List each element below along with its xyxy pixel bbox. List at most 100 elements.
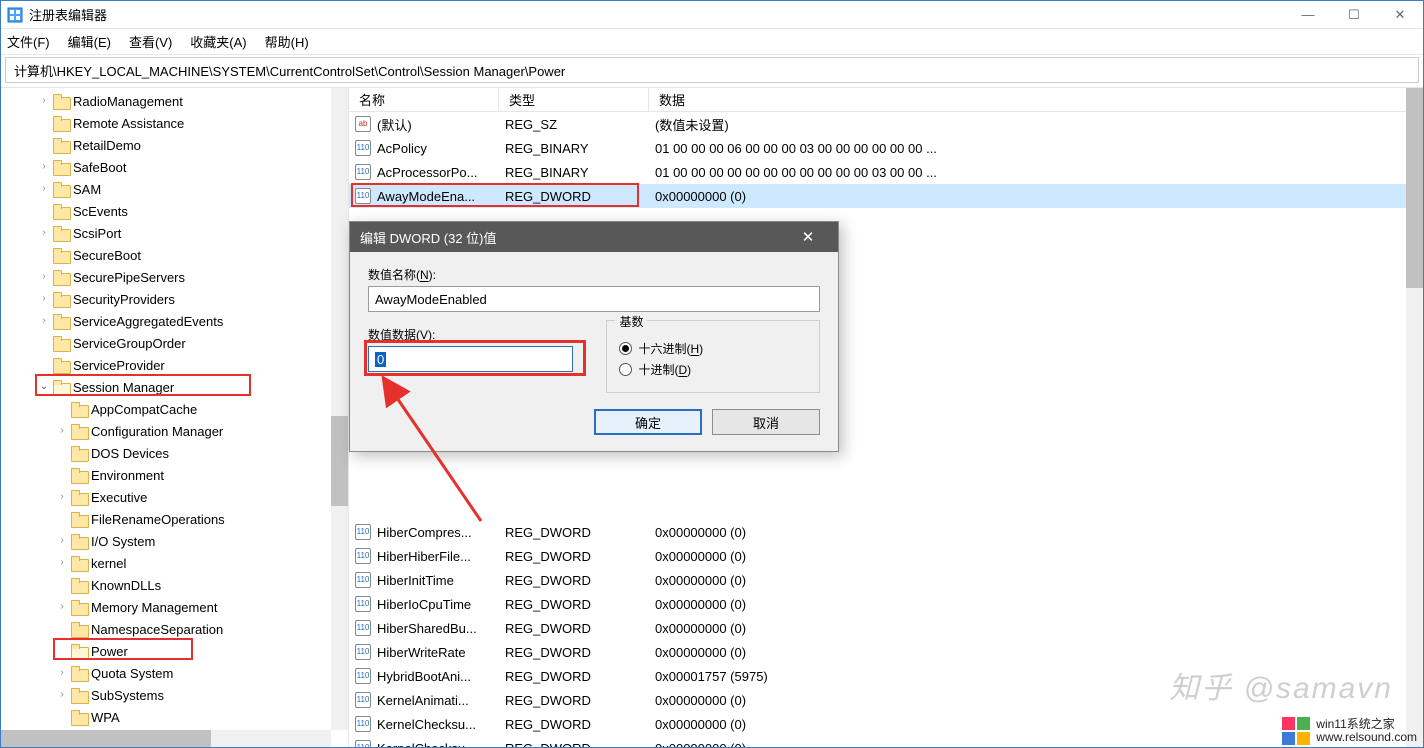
tree-node-secureboot[interactable]: SecureBoot <box>1 244 348 266</box>
ok-button[interactable]: 确定 <box>594 409 702 435</box>
list-row[interactable]: 110HiberCompres...REG_DWORD0x00000000 (0… <box>349 520 1423 544</box>
list-row[interactable]: 110KernelChecksu...REG_DWORD0x00000000 (… <box>349 712 1423 736</box>
folder-icon <box>53 116 69 130</box>
chevron-right-icon[interactable]: › <box>55 425 69 436</box>
tree-v-scrollbar[interactable] <box>331 88 348 730</box>
list-row[interactable] <box>349 472 1423 496</box>
tree-h-scrollbar[interactable] <box>1 730 331 747</box>
menu-help[interactable]: 帮助(H) <box>265 32 309 51</box>
folder-icon <box>71 512 87 526</box>
col-name[interactable]: 名称 <box>349 88 499 111</box>
tree-node-servicegrouporder[interactable]: ServiceGroupOrder <box>1 332 348 354</box>
tree-node-serviceaggregatedevents[interactable]: ›ServiceAggregatedEvents <box>1 310 348 332</box>
tree-node-executive[interactable]: ›Executive <box>1 486 348 508</box>
tree-node-subsystems[interactable]: ›SubSystems <box>1 684 348 706</box>
reg-binary-icon: 110 <box>355 692 371 708</box>
list-row[interactable]: 110KernelChecksu...REG_DWORD0x00000000 (… <box>349 736 1423 747</box>
tree-node-kernel[interactable]: ›kernel <box>1 552 348 574</box>
list-row[interactable]: 110AwayModeEna...REG_DWORD0x00000000 (0) <box>349 184 1423 208</box>
chevron-right-icon[interactable]: › <box>37 183 51 194</box>
row-type: REG_BINARY <box>499 165 649 180</box>
chevron-right-icon[interactable]: › <box>55 491 69 502</box>
col-data[interactable]: 数据 <box>649 88 1423 111</box>
tree-node-radiomanagement[interactable]: › RadioManagement <box>1 90 348 112</box>
chevron-right-icon[interactable]: › <box>37 293 51 304</box>
folder-icon <box>53 380 69 394</box>
dialog-close-button[interactable]: ✕ <box>788 228 828 246</box>
tree-node-securepipeservers[interactable]: ›SecurePipeServers <box>1 266 348 288</box>
maximize-button[interactable]: ☐ <box>1331 1 1377 29</box>
tree-node-wpa[interactable]: WPA <box>1 706 348 728</box>
chevron-right-icon[interactable]: › <box>37 271 51 282</box>
menu-favorites[interactable]: 收藏夹(A) <box>190 32 246 51</box>
chevron-right-icon[interactable]: › <box>55 667 69 678</box>
tree-node-scsiport[interactable]: › ScsiPort <box>1 222 348 244</box>
tree-node-safeboot[interactable]: ›SafeBoot <box>1 156 348 178</box>
minimize-button[interactable]: — <box>1285 1 1331 29</box>
address-bar[interactable]: 计算机\HKEY_LOCAL_MACHINE\SYSTEM\CurrentCon… <box>5 57 1419 83</box>
chevron-right-icon[interactable]: › <box>55 535 69 546</box>
menu-edit[interactable]: 编辑(E) <box>68 32 111 51</box>
chevron-right-icon[interactable]: › <box>37 95 51 106</box>
chevron-right-icon[interactable]: › <box>37 315 51 326</box>
tree-node-sam[interactable]: ›SAM <box>1 178 348 200</box>
row-name: AcProcessorPo... <box>377 165 477 180</box>
tree-node-appcompatcache[interactable]: AppCompatCache <box>1 398 348 420</box>
tree-node-remote-assistance[interactable]: Remote Assistance <box>1 112 348 134</box>
tree-pane[interactable]: › RadioManagement Remote AssistanceRetailD… <box>1 88 349 747</box>
close-button[interactable]: ✕ <box>1377 1 1423 29</box>
menu-view[interactable]: 查看(V) <box>129 32 172 51</box>
list-row[interactable]: ab(默认)REG_SZ(数值未设置) <box>349 112 1423 136</box>
tree-node-retaildemo[interactable]: RetailDemo <box>1 134 348 156</box>
list-row[interactable]: 110HiberWriteRateREG_DWORD0x00000000 (0) <box>349 640 1423 664</box>
tree-h-thumb[interactable] <box>1 730 211 747</box>
list-row[interactable]: 110HiberInitTimeREG_DWORD0x00000000 (0) <box>349 568 1423 592</box>
list-row[interactable]: 110AcPolicyREG_BINARY01 00 00 00 06 00 0… <box>349 136 1423 160</box>
column-headers[interactable]: 名称 类型 数据 <box>349 88 1423 112</box>
chevron-right-icon[interactable]: › <box>37 227 51 238</box>
list-row[interactable]: 110HiberSharedBu...REG_DWORD0x00000000 (… <box>349 616 1423 640</box>
tree-node-serviceprovider[interactable]: ServiceProvider <box>1 354 348 376</box>
value-data-input[interactable]: 0 <box>368 346 573 372</box>
radio-hex[interactable]: 十六进制(H) <box>619 340 807 357</box>
list-v-thumb[interactable] <box>1406 88 1423 288</box>
list-row[interactable]: 110HiberIoCpuTimeREG_DWORD0x00000000 (0) <box>349 592 1423 616</box>
tree-node-i-o-system[interactable]: ›I/O System <box>1 530 348 552</box>
list-row[interactable]: 110AcProcessorPo...REG_BINARY01 00 00 00… <box>349 160 1423 184</box>
tree-node-memory-management[interactable]: ›Memory Management <box>1 596 348 618</box>
tree-node-filerenameoperations[interactable]: FileRenameOperations <box>1 508 348 530</box>
tree-node-session-manager[interactable]: ⌄Session Manager <box>1 376 348 398</box>
chevron-right-icon[interactable]: › <box>37 161 51 172</box>
cancel-button[interactable]: 取消 <box>712 409 820 435</box>
tree-node-securityproviders[interactable]: ›SecurityProviders <box>1 288 348 310</box>
list-v-scrollbar[interactable] <box>1406 88 1423 747</box>
radio-dec[interactable]: 十进制(D) <box>619 361 807 378</box>
list-row[interactable]: 110HiberHiberFile...REG_DWORD0x00000000 … <box>349 544 1423 568</box>
row-name: HiberInitTime <box>377 573 454 588</box>
tree-node-knowndlls[interactable]: KnownDLLs <box>1 574 348 596</box>
tree-node-configuration-manager[interactable]: ›Configuration Manager <box>1 420 348 442</box>
tree-node-dos-devices[interactable]: DOS Devices <box>1 442 348 464</box>
list-row[interactable] <box>349 496 1423 520</box>
chevron-right-icon[interactable]: › <box>55 557 69 568</box>
tree-node-environment[interactable]: Environment <box>1 464 348 486</box>
list-row[interactable]: 110HybridBootAni...REG_DWORD0x00001757 (… <box>349 664 1423 688</box>
tree-node-label: RadioManagement <box>73 94 183 109</box>
chevron-right-icon[interactable]: › <box>55 689 69 700</box>
tree-v-thumb[interactable] <box>331 416 348 506</box>
list-row[interactable]: 110KernelAnimati...REG_DWORD0x00000000 (… <box>349 688 1423 712</box>
col-type[interactable]: 类型 <box>499 88 649 111</box>
value-name-input[interactable]: AwayModeEnabled <box>368 286 820 312</box>
reg-binary-icon: 110 <box>355 596 371 612</box>
menu-file[interactable]: 文件(F) <box>7 32 50 51</box>
tree-node-power[interactable]: Power <box>1 640 348 662</box>
titlebar[interactable]: 注册表编辑器 — ☐ ✕ <box>1 1 1423 29</box>
chevron-right-icon[interactable]: › <box>55 601 69 612</box>
chevron-down-icon[interactable]: ⌄ <box>37 381 51 392</box>
tree-node-namespaceseparation[interactable]: NamespaceSeparation <box>1 618 348 640</box>
tree-node-label: ScsiPort <box>73 226 121 241</box>
dialog-titlebar[interactable]: 编辑 DWORD (32 位)值 ✕ <box>350 222 838 252</box>
tree-node-scevents[interactable]: ScEvents <box>1 200 348 222</box>
tree-node-quota-system[interactable]: ›Quota System <box>1 662 348 684</box>
row-type: REG_BINARY <box>499 141 649 156</box>
